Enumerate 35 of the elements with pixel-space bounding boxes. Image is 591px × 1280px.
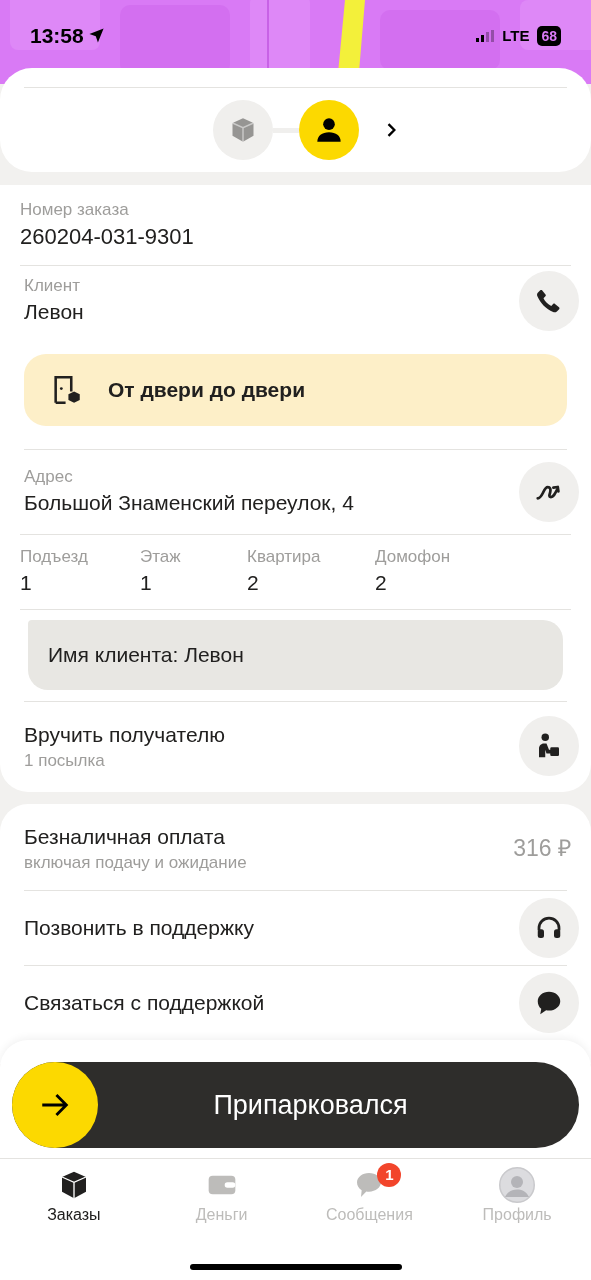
field-label: Квартира [247,546,322,568]
signal-icon [476,29,495,42]
client-name: Левон [24,299,85,325]
field-value: 1 [140,570,153,596]
delivery-type-label: От двери до двери [108,377,306,404]
field-value: 2 [375,570,388,596]
call-support-link[interactable]: Позвонить в поддержку [24,912,519,944]
avatar-icon [499,1167,536,1203]
handover-title: Вручить получателю [24,722,226,748]
parcel-count: 1 посылка [24,750,106,772]
field-label: Этаж [140,546,182,568]
field-label: Подъезд [20,546,89,568]
notification-badge: 1 [377,1163,402,1187]
field-label: Клиент [24,275,81,297]
comment-text: Имя клиента: Левон [48,642,244,669]
person-icon [314,116,343,144]
slider-label: Припарковался [213,1088,408,1122]
tab-bar-item[interactable]: Заказы [0,1161,148,1227]
field-value: 2 [247,570,260,596]
step-connector [272,127,299,133]
chat-support-link[interactable]: Связаться с поддержкой [24,987,519,1019]
field-label: Адрес [24,466,74,488]
field-label: Номер заказа [20,199,130,221]
field-label: Домофон [375,546,452,568]
swipe-slider[interactable]: Припарковался [12,1062,579,1148]
order-number: 260204-031-9301 [20,223,195,251]
payment-amount: 316 ₽ [513,833,571,863]
field-value: 1 [20,570,33,596]
payment-method: Безналичная оплата [24,824,226,850]
battery-indicator: 68 [537,25,561,46]
status-time: 13:58 [30,23,84,49]
tab-bar-item[interactable]: 1 Сообщения [295,1161,444,1227]
address-text: Большой Знаменский переулок, 4 [24,490,355,516]
payment-note: включая подачу и ожидание [24,852,248,874]
network-label: LTE [502,25,530,46]
